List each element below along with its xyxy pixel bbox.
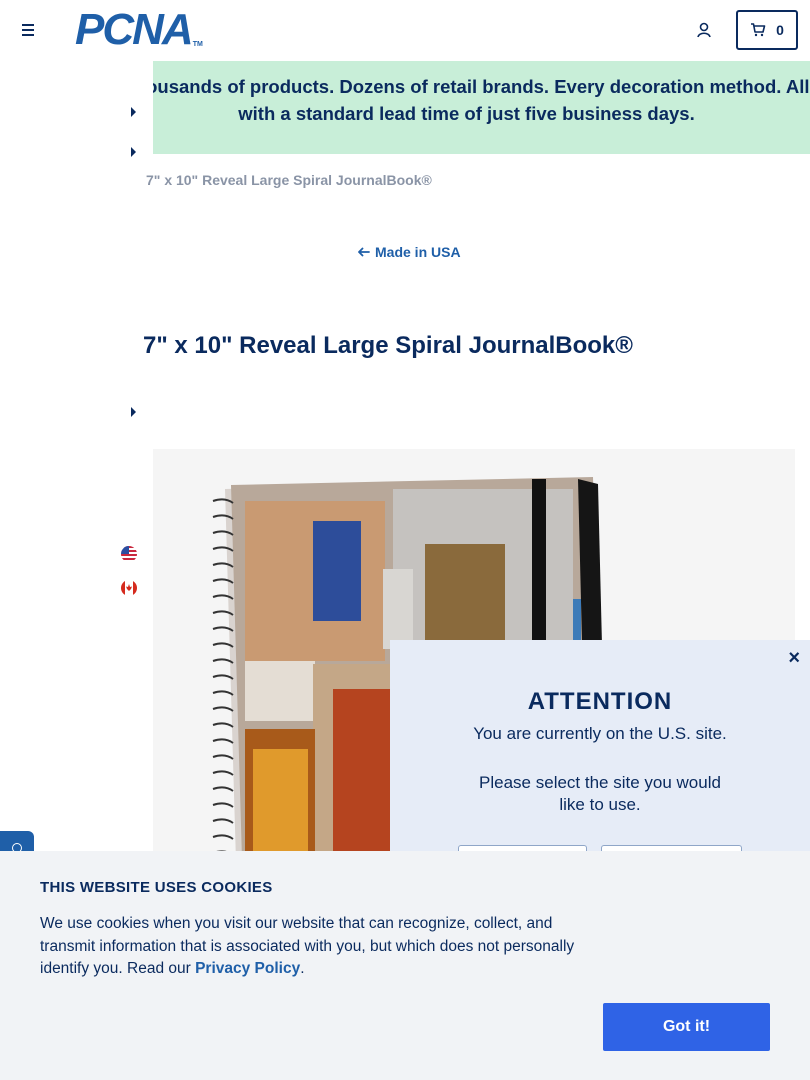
promo-text: Thousands of products. Dozens of retail … bbox=[153, 76, 810, 124]
caret-right-icon[interactable] bbox=[131, 407, 136, 417]
breadcrumb-current: 7" x 10" Reveal Large Spiral JournalBook… bbox=[146, 172, 432, 188]
back-link-label: Made in USA bbox=[375, 244, 461, 260]
site-selection-modal: × ATTENTION You are currently on the U.S… bbox=[390, 640, 810, 865]
caret-right-icon[interactable] bbox=[131, 147, 136, 157]
us-flag-icon[interactable] bbox=[121, 546, 137, 562]
caret-right-icon[interactable] bbox=[131, 107, 136, 117]
close-icon[interactable]: × bbox=[788, 648, 800, 668]
pcna-logo[interactable]: PCNA TM bbox=[75, 5, 203, 54]
accept-cookies-button[interactable]: Got it! bbox=[603, 1003, 770, 1051]
promo-banner: Thousands of products. Dozens of retail … bbox=[153, 61, 810, 154]
product-title: 7" x 10" Reveal Large Spiral JournalBook… bbox=[143, 332, 633, 359]
modal-message: You are currently on the U.S. site. bbox=[473, 724, 727, 743]
site-header: PCNA TM 0 bbox=[0, 0, 810, 61]
logo-text: PCNA bbox=[75, 5, 194, 54]
canada-flag-icon[interactable] bbox=[121, 580, 137, 596]
hamburger-menu-icon[interactable] bbox=[20, 22, 36, 38]
cookie-text-end: . bbox=[300, 960, 305, 977]
modal-prompt: Please select the site you would like to… bbox=[479, 773, 721, 814]
cart-icon bbox=[751, 23, 766, 37]
cart-button[interactable]: 0 bbox=[736, 10, 798, 50]
back-to-made-in-usa-link[interactable]: Made in USA bbox=[357, 244, 461, 260]
cookie-text-body: We use cookies when you visit our websit… bbox=[40, 915, 575, 977]
arrow-left-icon bbox=[358, 247, 370, 257]
modal-title: ATTENTION bbox=[527, 688, 673, 715]
cookie-banner-title: THIS WEBSITE USES COOKIES bbox=[40, 879, 273, 896]
privacy-policy-link[interactable]: Privacy Policy bbox=[195, 960, 300, 977]
cookie-banner: THIS WEBSITE USES COOKIES We use cookies… bbox=[0, 851, 810, 1080]
user-account-icon[interactable] bbox=[696, 21, 714, 39]
cookie-banner-text: We use cookies when you visit our websit… bbox=[40, 913, 600, 981]
cart-count: 0 bbox=[776, 22, 784, 38]
logo-trademark: TM bbox=[192, 41, 203, 48]
